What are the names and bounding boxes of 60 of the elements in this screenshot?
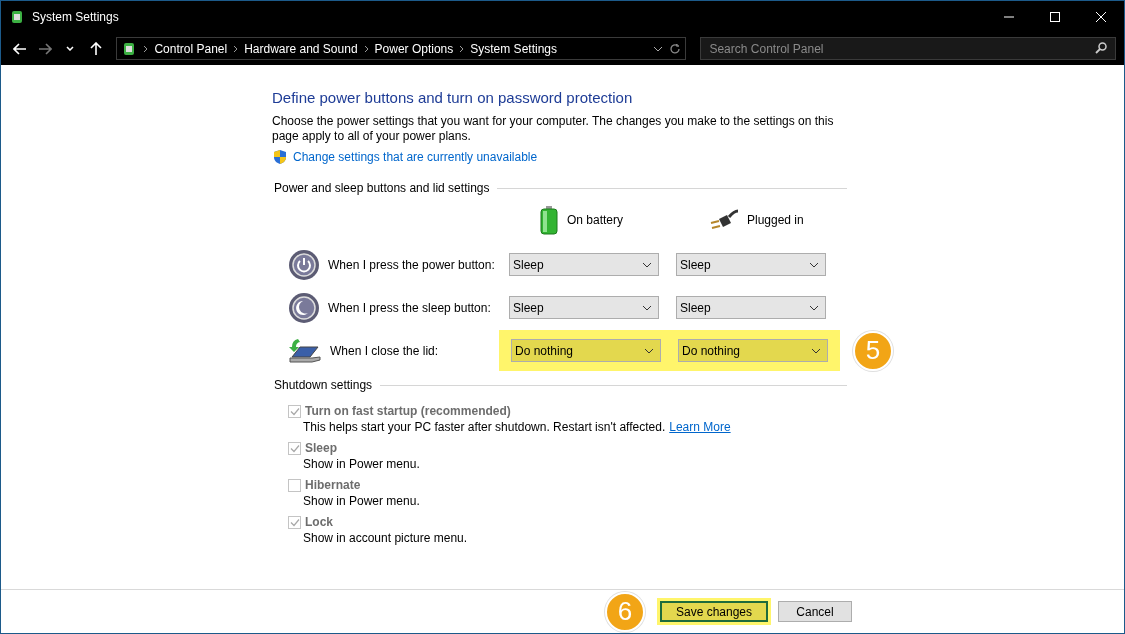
battery-icon — [539, 205, 559, 235]
setting-label: When I press the power button: — [328, 257, 496, 272]
chevron-down-icon — [809, 304, 819, 311]
dropdown[interactable]: Do nothing — [678, 339, 828, 362]
setting-label: When I press the sleep button: — [328, 300, 492, 315]
page-description: Choose the power settings that you want for your computer. The changes you make to the settings on this page apply to all of your power plans. — [272, 114, 835, 144]
page-heading: Define power buttons and turn on password protection — [272, 89, 634, 106]
setting-label: When I close the lid: — [330, 343, 440, 358]
chevron-right-icon — [143, 44, 149, 53]
option-description: Show in Power menu. — [303, 494, 420, 510]
column-header: Plugged in — [747, 213, 804, 227]
control-panel-icon — [9, 8, 25, 25]
address-bar[interactable]: Control Panel Hardware and Sound Power Options System Settings — [116, 37, 687, 60]
chevron-down-icon[interactable] — [653, 45, 664, 52]
chevron-right-icon — [363, 44, 369, 53]
dropdown[interactable]: Sleep — [509, 296, 659, 319]
save-button[interactable]: Save changes — [660, 601, 768, 622]
maximize-icon[interactable] — [1050, 11, 1060, 22]
plug-icon — [709, 209, 739, 231]
close-icon[interactable] — [1096, 11, 1106, 22]
shield-icon — [272, 149, 288, 165]
checkbox-label: Turn on fast startup (recommended) — [305, 404, 511, 418]
breadcrumb[interactable]: Power Options — [374, 41, 454, 56]
back-arrow-icon[interactable] — [12, 42, 27, 55]
dropdown[interactable]: Sleep — [676, 253, 826, 276]
chevron-down-icon — [644, 347, 654, 354]
option-description: This helps start your PC faster after shutdown. Restart isn't affected. — [303, 420, 666, 436]
section-title: Shutdown settings — [274, 378, 373, 392]
dropdown[interactable]: Sleep — [676, 296, 826, 319]
chevron-down-icon — [811, 347, 821, 354]
option-description: Show in account picture menu. — [303, 531, 468, 547]
refresh-icon[interactable] — [669, 42, 682, 55]
up-arrow-icon[interactable] — [89, 41, 102, 56]
chevron-down-icon — [642, 304, 652, 311]
checkbox-label: Sleep — [305, 441, 337, 455]
power-icon — [288, 248, 320, 281]
chevron-down-icon — [642, 261, 652, 268]
chevron-right-icon — [459, 44, 465, 53]
section-title: Power and sleep buttons and lid settings — [274, 181, 490, 195]
window-title: System Settings — [32, 9, 120, 24]
search-icon — [1095, 42, 1107, 54]
laptop-icon — [288, 336, 322, 365]
dropdown[interactable]: Do nothing — [511, 339, 661, 362]
breadcrumb[interactable]: System Settings — [470, 41, 557, 56]
option-description: Show in Power menu. — [303, 457, 420, 473]
step-number-badge: 5 — [853, 330, 893, 371]
checkbox-label: Lock — [305, 515, 333, 529]
search-field[interactable]: Search Control Panel — [700, 37, 1116, 60]
step-number-badge: 6 — [605, 591, 645, 632]
dropdown[interactable]: Sleep — [509, 253, 659, 276]
cancel-button[interactable]: Cancel — [778, 601, 852, 622]
forward-arrow-icon[interactable] — [38, 42, 53, 55]
breadcrumb[interactable]: Control Panel — [154, 41, 228, 56]
moon-icon — [288, 291, 320, 324]
breadcrumb[interactable]: Hardware and Sound — [244, 41, 358, 56]
checkbox-label: Hibernate — [305, 478, 361, 492]
chevron-right-icon — [233, 44, 239, 53]
column-header: On battery — [567, 213, 624, 227]
change-settings-link[interactable]: Change settings that are currently unavailable — [293, 150, 538, 164]
chevron-down-icon — [809, 261, 819, 268]
